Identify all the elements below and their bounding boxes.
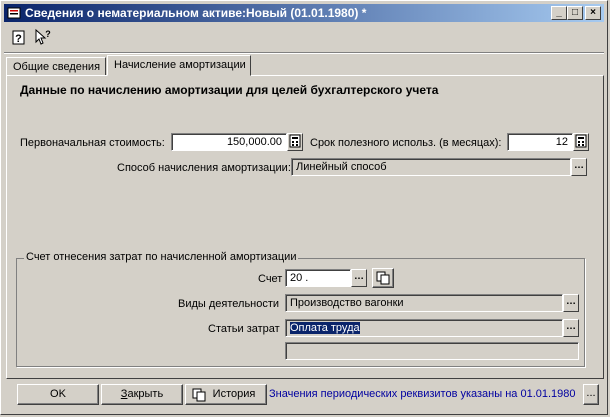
account-subconto-button[interactable]	[372, 268, 394, 288]
history-label: История	[212, 388, 256, 400]
activity-select-button[interactable]: …	[563, 294, 579, 312]
calculator-icon	[575, 134, 587, 148]
ok-button[interactable]: OK	[17, 384, 99, 405]
title-bar[interactable]: Сведения о нематериальном активе:Новый (…	[4, 4, 604, 22]
close-button[interactable]: ×	[585, 6, 601, 20]
whats-this-button[interactable]: ?	[33, 28, 53, 48]
history-button[interactable]: История	[185, 384, 267, 405]
useful-life-calculator-button[interactable]	[573, 133, 589, 151]
account-label: Счет	[258, 273, 283, 285]
extra-subconto-field[interactable]	[285, 342, 579, 360]
cost-account-group-title: Счет отнесения затрат по начисленной амо…	[24, 251, 299, 263]
history-icon	[192, 388, 206, 402]
cost-item-field[interactable]: Оплата труда	[285, 319, 563, 337]
depr-method-select-button[interactable]: …	[571, 158, 587, 176]
initial-cost-calculator-button[interactable]	[287, 133, 303, 151]
useful-life-label: Срок полезного использ. (в месяцах):	[310, 137, 502, 149]
maximize-button[interactable]: □	[567, 6, 583, 20]
account-field[interactable]: 20 .	[285, 269, 351, 287]
svg-text:?: ?	[15, 33, 22, 45]
cost-item-label: Статьи затрат	[208, 323, 280, 335]
depr-method-label: Способ начисления амортизации:	[117, 162, 291, 174]
svg-text:?: ?	[45, 29, 51, 39]
calculator-icon	[289, 134, 301, 148]
copy-icon	[376, 271, 390, 285]
toolbar-separator	[4, 52, 604, 54]
account-select-button[interactable]: …	[351, 269, 367, 287]
section-heading: Данные по начислению амортизации для цел…	[20, 83, 439, 97]
initial-cost-field[interactable]: 150,000.00	[171, 133, 287, 151]
close-label-rest: акрыть	[127, 388, 164, 400]
tab-depreciation[interactable]: Начисление амортизации	[107, 55, 251, 76]
useful-life-field[interactable]: 12	[507, 133, 573, 151]
help-icon: ?	[12, 30, 25, 45]
help-button[interactable]: ?	[9, 28, 29, 48]
close-dialog-button[interactable]: Закрыть	[101, 384, 183, 405]
app-icon	[7, 7, 21, 19]
initial-cost-label: Первоначальная стоимость:	[20, 137, 165, 149]
activity-label: Виды деятельности	[178, 298, 280, 310]
periodic-note: Значения периодических реквизитов указан…	[269, 388, 576, 400]
whats-this-icon: ?	[35, 28, 51, 45]
periodic-date-button[interactable]: ...	[583, 384, 599, 405]
depr-method-field[interactable]: Линейный способ	[291, 158, 571, 176]
cost-item-select-button[interactable]: …	[563, 319, 579, 337]
minimize-button[interactable]: _	[551, 6, 567, 20]
tab-general[interactable]: Общие сведения	[6, 57, 106, 76]
cost-item-selected-text: Оплата труда	[290, 322, 360, 334]
dialog-window: Сведения о нематериальном активе:Новый (…	[0, 0, 608, 415]
window-title: Сведения о нематериальном активе:Новый (…	[25, 6, 367, 20]
activity-field[interactable]: Производство вагонки	[285, 294, 563, 312]
